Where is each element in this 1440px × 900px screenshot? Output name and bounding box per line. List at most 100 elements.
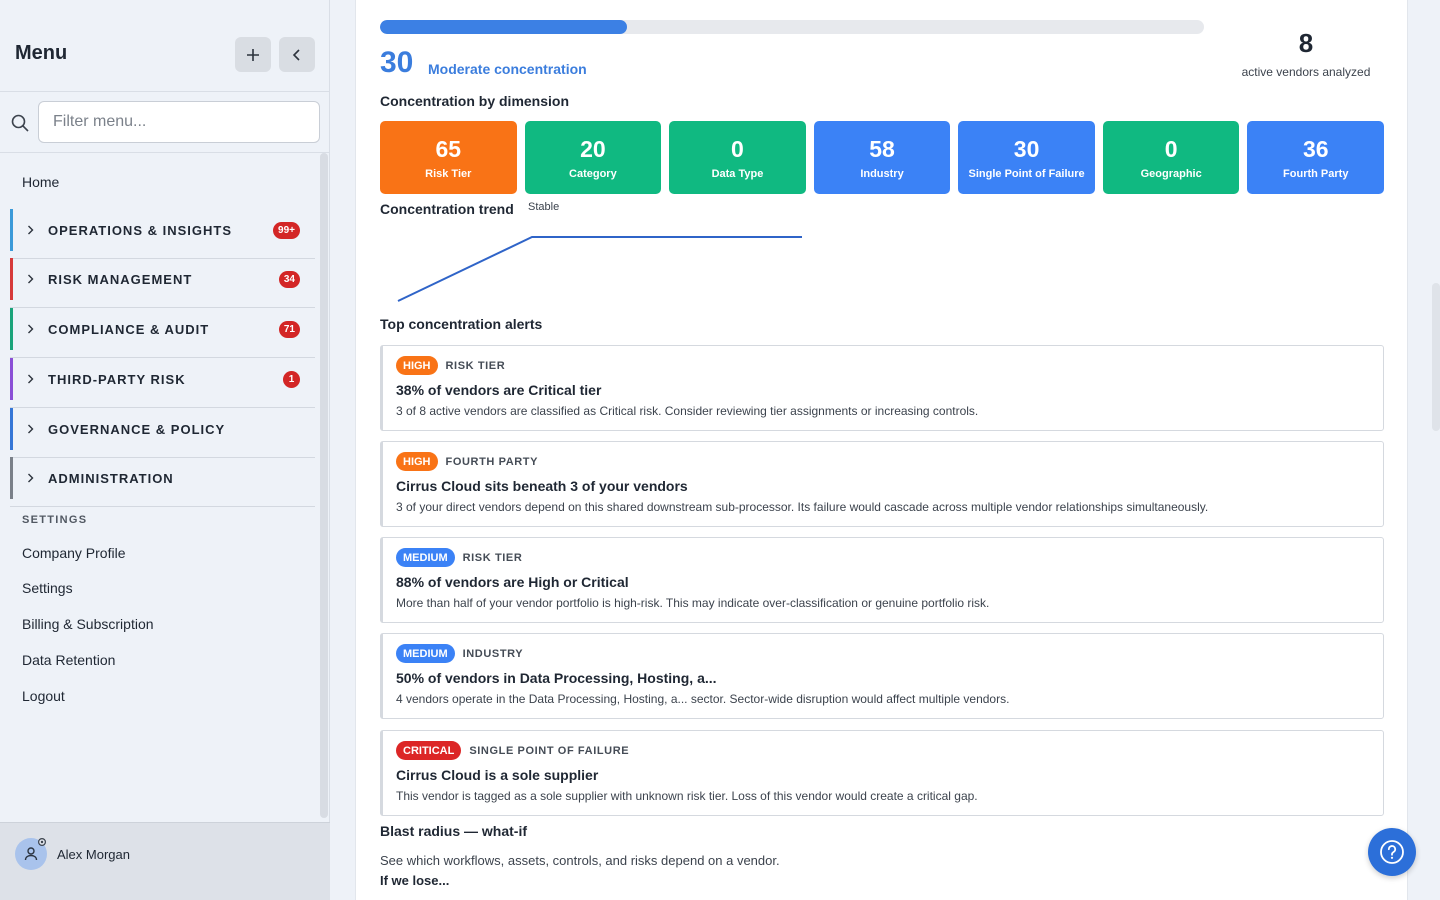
vendors-count: 8: [1298, 28, 1314, 58]
trend-sparkline: [397, 236, 802, 302]
chevron-right-icon: [27, 324, 37, 334]
nav-group-label: THIRD-PARTY RISK: [48, 371, 186, 387]
severity-badge: HIGH: [396, 356, 438, 375]
count-badge: 99+: [273, 221, 300, 239]
page-scrollbar[interactable]: [1432, 283, 1440, 431]
severity-badge: HIGH: [396, 452, 438, 471]
plus-icon: [247, 48, 259, 61]
sidebar-header: Menu: [0, 0, 330, 92]
dimension-value: 0: [1164, 135, 1178, 162]
alert-card[interactable]: MEDIUM INDUSTRY 50% of vendors in Data Pr…: [380, 633, 1384, 719]
nav-billing-subscription[interactable]: Billing & Subscription: [22, 616, 154, 632]
dimension-heading: Concentration by dimension: [380, 93, 570, 109]
severity-badge: MEDIUM: [396, 548, 455, 567]
progress-fill: [380, 20, 628, 34]
dimension-card-data-type[interactable]: 0 Data Type: [669, 121, 806, 194]
user-name: Alex Morgan: [57, 847, 130, 862]
help-button[interactable]: [1368, 828, 1416, 876]
gear-icon: [37, 837, 47, 847]
alert-card[interactable]: HIGH RISK TIER 38% of vendors are Critica…: [380, 345, 1384, 431]
dimension-card-risk-tier[interactable]: 65 Risk Tier: [380, 121, 517, 194]
count-badge: 71: [278, 320, 300, 338]
nav-group-label: OPERATIONS & INSIGHTS: [48, 222, 232, 238]
collapse-sidebar-button[interactable]: [279, 37, 315, 72]
alert-title: Cirrus Cloud is a sole supplier: [396, 767, 599, 783]
trend-status: Stable: [528, 201, 560, 213]
nav-company-profile[interactable]: Company Profile: [22, 545, 126, 561]
dimension-value: 58: [869, 135, 895, 162]
nav-group-operations-insights[interactable]: OPERATIONS & INSIGHTS 99+: [10, 209, 315, 259]
nav-group-governance-policy[interactable]: GOVERNANCE & POLICY: [10, 408, 315, 458]
alert-dimension: SINGLE POINT OF FAILURE: [469, 744, 630, 757]
trend-line: [397, 236, 802, 302]
alert-title: 50% of vendors in Data Processing, Hosti…: [396, 670, 717, 686]
nav-group-label: ADMINISTRATION: [48, 470, 174, 486]
add-button[interactable]: [235, 37, 271, 72]
alert-description: 3 of 8 active vendors are classified as …: [396, 404, 979, 418]
user-bar[interactable]: Alex Morgan: [0, 822, 330, 900]
severity-badge: CRITICAL: [396, 741, 462, 760]
dimension-label: Data Type: [711, 167, 764, 180]
alert-dimension: RISK TIER: [445, 359, 506, 372]
dimension-label: Risk Tier: [425, 167, 472, 180]
nav-logout[interactable]: Logout: [22, 688, 65, 704]
chevron-right-icon: [27, 424, 37, 434]
alert-dimension: FOURTH PARTY: [445, 455, 539, 468]
alert-description: More than half of your vendor portfolio …: [396, 596, 990, 610]
search-icon: [11, 114, 29, 132]
nav-group-administration[interactable]: ADMINISTRATION: [10, 457, 315, 507]
dimension-value: 30: [1013, 135, 1040, 162]
dimension-cards: 65 Risk Tier 20 Category 0 Data Type 58 Indu…: [380, 121, 1385, 194]
concentration-progress-bar: [380, 20, 1204, 34]
alert-title: 88% of vendors are High or Critical: [396, 574, 629, 590]
nav-data-retention[interactable]: Data Retention: [22, 652, 115, 668]
dimension-card-category[interactable]: 20 Category: [524, 121, 662, 194]
blast-radius-heading: Blast radius — what-if: [380, 823, 528, 839]
chevron-right-icon: [27, 374, 37, 384]
nav-group-label: COMPLIANCE & AUDIT: [48, 321, 210, 337]
chevron-right-icon: [27, 473, 37, 483]
dimension-value: 0: [731, 135, 744, 162]
alert-card[interactable]: CRITICAL SINGLE POINT OF FAILURE Cirrus C…: [380, 730, 1384, 816]
dimension-value: 20: [580, 135, 606, 162]
help-icon: [1380, 840, 1404, 864]
blast-radius-prompt: If we lose...: [380, 873, 450, 888]
alert-description: 4 vendors operate in the Data Processing…: [396, 692, 1010, 706]
dimension-card-industry[interactable]: 58 Industry: [813, 121, 951, 194]
filter-menu-input[interactable]: [38, 101, 320, 143]
alert-card[interactable]: MEDIUM RISK TIER 88% of vendors are High …: [380, 537, 1384, 623]
nav-group-label: GOVERNANCE & POLICY: [48, 421, 226, 437]
nav-group-compliance-audit[interactable]: COMPLIANCE & AUDIT 71: [10, 308, 315, 358]
chevron-left-icon: [292, 48, 300, 61]
alert-dimension: RISK TIER: [462, 551, 523, 564]
count-badge: 1: [283, 370, 300, 388]
alert-description: This vendor is tagged as a sole supplier…: [396, 789, 978, 803]
dimension-card-fourth-party[interactable]: 36 Fourth Party: [1247, 121, 1385, 194]
nav-home[interactable]: Home: [22, 174, 59, 190]
nav-settings[interactable]: Settings: [22, 580, 73, 596]
alert-title: 38% of vendors are Critical tier: [396, 382, 602, 398]
dimension-card-single-point-of-failure[interactable]: 30 Single Point of Failure: [958, 121, 1095, 194]
dimension-label: Geographic: [1140, 167, 1202, 180]
sidebar: Menu Home OPERATIONS & INSIGHTS 99+ RISK…: [0, 0, 330, 900]
alert-card[interactable]: HIGH FOURTH PARTY Cirrus Cloud sits benea…: [380, 441, 1384, 527]
nav-group-label: RISK MANAGEMENT: [48, 271, 193, 287]
dimension-label: Industry: [860, 167, 904, 180]
chevron-right-icon: [27, 225, 37, 235]
nav-group-third-party-risk[interactable]: THIRD-PARTY RISK 1: [10, 358, 315, 408]
dimension-label: Single Point of Failure: [968, 167, 1085, 180]
dimension-label: Fourth Party: [1283, 167, 1349, 180]
count-badge: 34: [278, 270, 300, 288]
main-content: 30 Moderate concentration 8 active vendo…: [355, 0, 1408, 900]
alerts-heading: Top concentration alerts: [380, 316, 543, 332]
dimension-card-geographic[interactable]: 0 Geographic: [1102, 121, 1240, 194]
sidebar-title: Menu: [15, 42, 68, 64]
menu-filter: [0, 93, 330, 153]
blast-radius-description: See which workflows, assets, controls, a…: [380, 853, 780, 868]
concentration-level: Moderate concentration: [428, 61, 587, 77]
user-icon: [24, 847, 38, 861]
vendors-count-label: active vendors analyzed: [1241, 65, 1371, 79]
nav-group-risk-management[interactable]: RISK MANAGEMENT 34: [10, 258, 315, 308]
sidebar-scrollbar[interactable]: [320, 153, 328, 818]
trend-heading: Concentration trend: [380, 201, 514, 217]
